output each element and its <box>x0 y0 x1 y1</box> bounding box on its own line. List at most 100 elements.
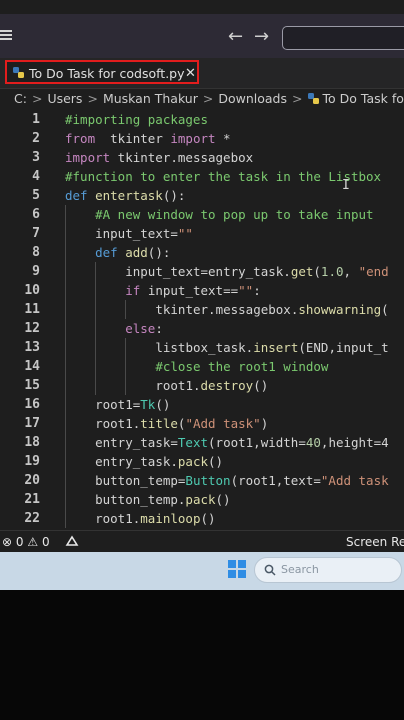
code-token: tkinter.messagebox. <box>155 302 299 317</box>
indent-guide <box>95 338 97 357</box>
code-line[interactable]: 18 entry_task=Text(root1,width=40,height=… <box>0 433 404 452</box>
indent-guide <box>95 281 97 300</box>
code-text: entry_task=Text(root1,width=40,height=4 <box>95 433 389 452</box>
breadcrumb-item[interactable]: Downloads <box>218 89 287 109</box>
indent-guide <box>65 319 66 338</box>
code-text: #A new window to pop up to take input <box>95 205 373 224</box>
warning-icon: ⚠ <box>27 535 39 549</box>
code-token: get <box>290 264 314 279</box>
code-token: def <box>65 188 88 203</box>
back-arrow-icon[interactable]: ← <box>228 28 243 46</box>
indent-guide <box>65 262 66 281</box>
code-line[interactable]: 17 root1.title("Add task") <box>0 414 404 433</box>
code-line[interactable]: 14 #close the root1 window <box>0 357 404 376</box>
indent-guide <box>65 300 66 319</box>
code-line[interactable]: 9 input_text=entry_task.get(1.0, "end <box>0 262 404 281</box>
code-token: "end <box>358 264 389 279</box>
close-tab-icon[interactable]: ✕ <box>185 62 196 86</box>
breadcrumb-item[interactable]: C: <box>14 89 27 109</box>
code-token: (): <box>162 188 186 203</box>
code-token: from <box>65 131 96 146</box>
breadcrumb-item[interactable]: To Do Task for codsoft.py <box>323 89 404 109</box>
code-token: 40 <box>305 435 321 450</box>
indent-guide <box>65 509 66 528</box>
forward-arrow-icon[interactable]: → <box>254 28 269 46</box>
code-token: title <box>140 416 178 431</box>
indent-guide <box>65 243 66 262</box>
code-line[interactable]: 3 import tkinter.messagebox <box>0 148 404 167</box>
taskbar-search-input[interactable]: Search <box>254 557 402 583</box>
windows-start-icon[interactable] <box>228 560 246 578</box>
code-line[interactable]: 7 input_text="" <box>0 224 404 243</box>
tab-title: To Do Task for codsoft.py <box>29 66 185 81</box>
code-line[interactable]: 19 entry_task.pack() <box>0 452 404 471</box>
code-text: listbox_task.insert(END,input_t <box>155 338 388 357</box>
line-number: 11 <box>24 302 40 317</box>
code-line[interactable]: 16 root1=Tk() <box>0 395 404 414</box>
code-token: "Add task <box>320 473 389 488</box>
code-token: mainloop <box>140 511 201 526</box>
breadcrumb-separator: > <box>87 91 98 106</box>
code-text: input_text=entry_task.get(1.0, "end <box>125 262 388 281</box>
warning-count: 0 <box>41 535 50 549</box>
problems-indicator[interactable]: ⊗ 0 ⚠ 0 <box>2 531 79 553</box>
code-token: #A new window to pop up to take input <box>95 207 374 222</box>
code-token: button_temp= <box>95 473 186 488</box>
code-token: else <box>125 321 156 336</box>
code-text: #importing packages <box>65 110 208 129</box>
remote-icon[interactable] <box>65 535 79 547</box>
line-number: 22 <box>24 511 40 526</box>
code-line[interactable]: 15 root1.destroy() <box>0 376 404 395</box>
code-text: button_temp.pack() <box>95 490 230 509</box>
code-line[interactable]: 11 tkinter.messagebox.showwarning( <box>0 300 404 319</box>
code-token: "" <box>238 283 254 298</box>
breadcrumb: C: > Users > Muskan Thakur > Downloads > To Do T… <box>0 89 404 109</box>
python-file-icon <box>307 93 319 104</box>
editor-tab[interactable]: To Do Task for codsoft.py ✕ <box>5 60 199 84</box>
code-line[interactable]: 20 button_temp=Button(root1,text="Add tas… <box>0 471 404 490</box>
line-number: 7 <box>32 226 40 241</box>
breadcrumb-separator: > <box>202 91 214 106</box>
code-token: root1. <box>95 511 141 526</box>
code-text: def entertask(): <box>65 186 185 205</box>
breadcrumb-item[interactable]: Users <box>47 89 82 109</box>
error-count: 0 <box>15 535 24 549</box>
breadcrumb-separator: > <box>292 91 303 106</box>
line-number: 3 <box>32 150 40 165</box>
line-number: 14 <box>24 359 40 374</box>
code-token: #close the root1 window <box>155 359 329 374</box>
code-line[interactable]: 12 else: <box>0 319 404 338</box>
code-token: (END,input_t <box>298 340 389 355</box>
code-line[interactable]: 8 def add(): <box>0 243 404 262</box>
menu-icon[interactable] <box>0 28 14 42</box>
code-token: entry_task. <box>95 454 178 469</box>
indent-guide <box>65 452 66 471</box>
code-token: () <box>208 454 224 469</box>
code-token: input_text== <box>140 283 239 298</box>
breadcrumb-item[interactable]: Muskan Thakur <box>103 89 198 109</box>
code-token: ( <box>381 302 389 317</box>
indent-guide <box>65 414 66 433</box>
code-token: if <box>125 283 141 298</box>
code-line[interactable]: 22 root1.mainloop() <box>0 509 404 528</box>
code-line[interactable]: 2 from tkinter import * <box>0 129 404 148</box>
breadcrumb-separator: > <box>31 91 43 106</box>
code-text: input_text="" <box>95 224 193 243</box>
code-token: tkinter <box>95 131 171 146</box>
code-token: showwarning <box>298 302 382 317</box>
screen-reader-status[interactable]: Screen Rea <box>346 531 404 553</box>
code-line[interactable]: 6 #A new window to pop up to take input <box>0 205 404 224</box>
code-line[interactable]: 21 button_temp.pack() <box>0 490 404 509</box>
code-token: entertask <box>87 188 163 203</box>
indent-guide <box>65 205 66 224</box>
code-editor[interactable]: 1 #importing packages 2 from tkinter import… <box>0 110 404 530</box>
code-line[interactable]: 10 if input_text=="": <box>0 281 404 300</box>
command-center-search[interactable] <box>282 26 404 50</box>
code-token: input_text <box>125 264 201 279</box>
code-token: root1= <box>95 397 141 412</box>
line-number: 17 <box>24 416 40 431</box>
code-line[interactable]: 13 listbox_task.insert(END,input_t <box>0 338 404 357</box>
python-file-icon <box>13 67 24 78</box>
indent-guide <box>125 376 127 395</box>
code-line[interactable]: 1 #importing packages <box>0 110 404 129</box>
